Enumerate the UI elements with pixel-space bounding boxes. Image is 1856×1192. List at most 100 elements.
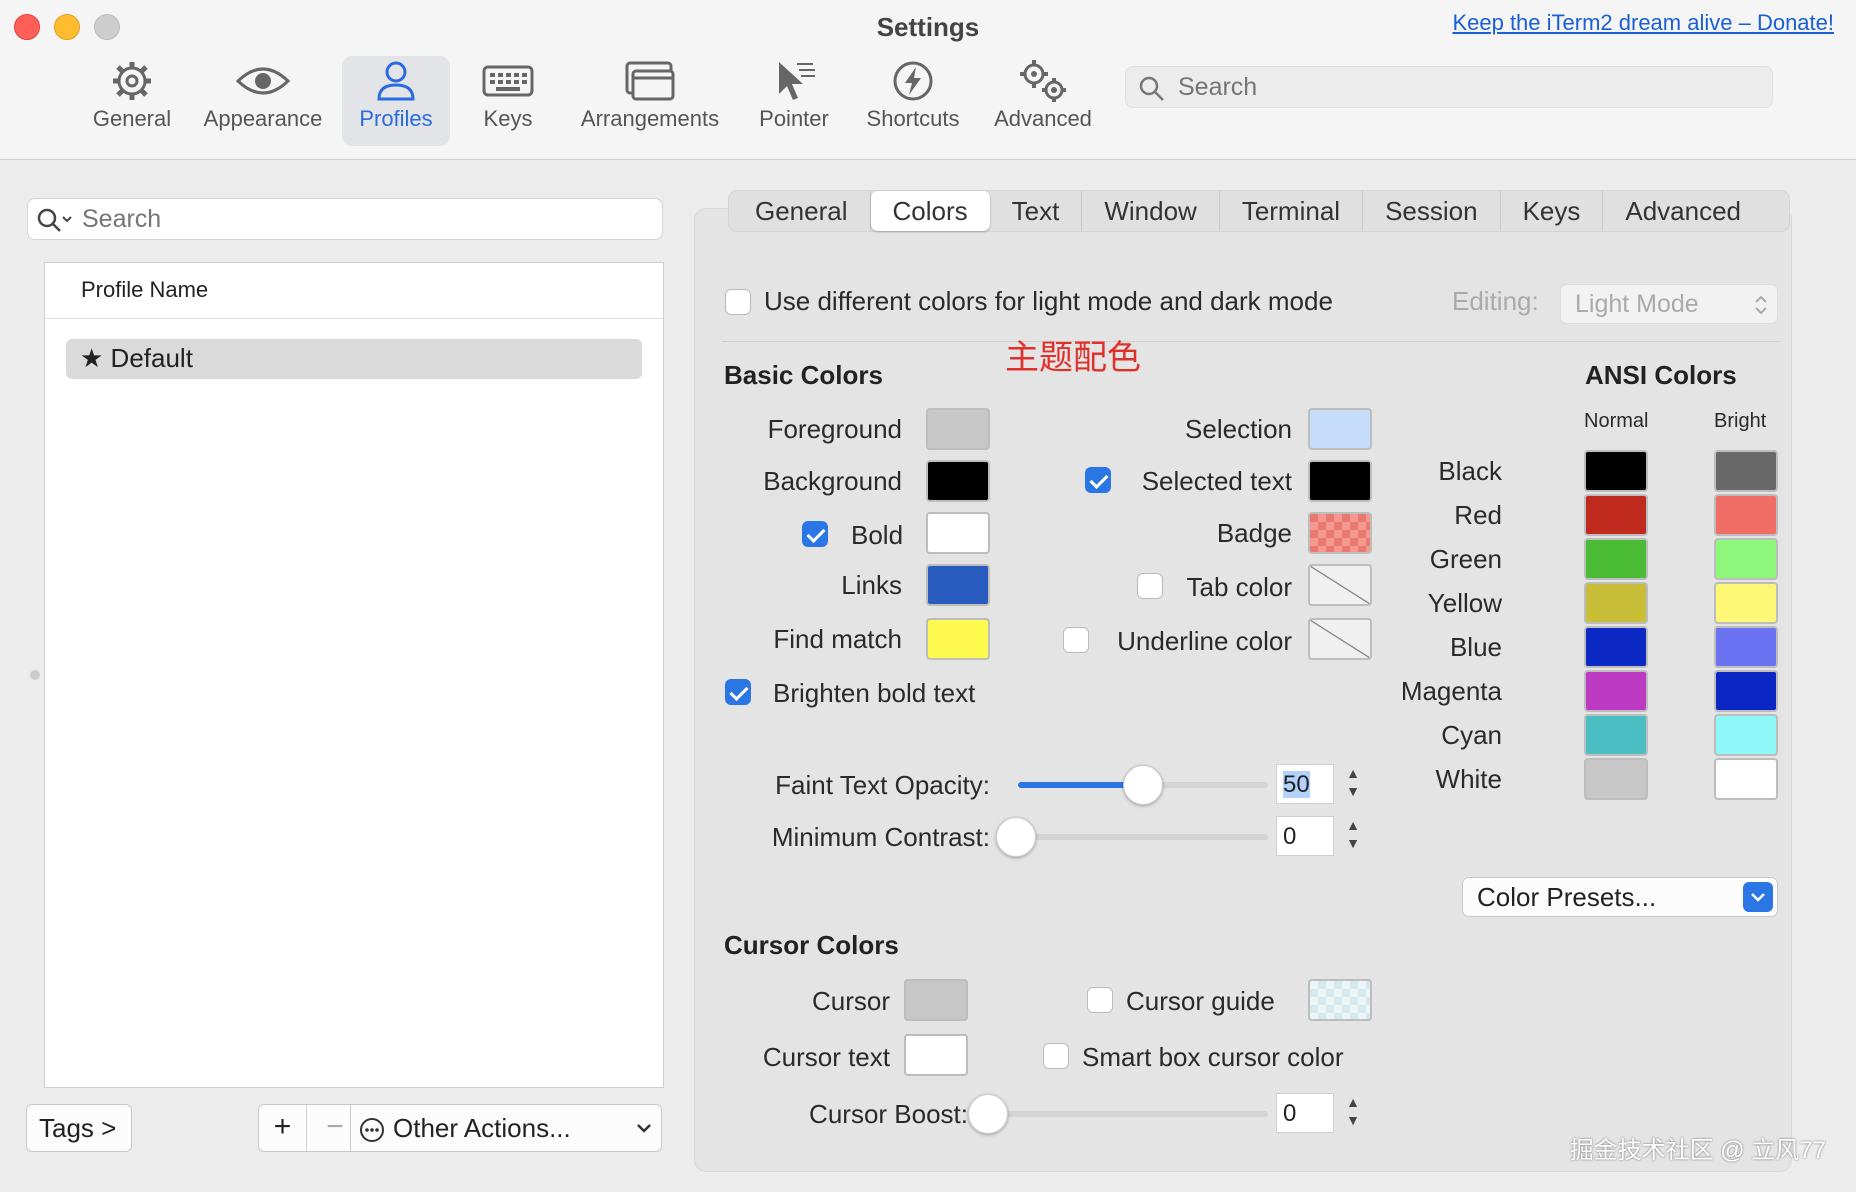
bold-swatch[interactable] bbox=[926, 512, 990, 554]
ansi-magenta-normal-swatch[interactable] bbox=[1584, 670, 1648, 712]
cursor-guide-swatch[interactable] bbox=[1308, 979, 1372, 1021]
ansi-magenta-bright-swatch[interactable] bbox=[1714, 670, 1778, 712]
split-handle[interactable] bbox=[30, 670, 40, 680]
ansi-cyan-bright-swatch[interactable] bbox=[1714, 714, 1778, 756]
ansi-white-bright-swatch[interactable] bbox=[1714, 758, 1778, 800]
watermark: 掘金技术社区 @ 立风77 bbox=[1569, 1137, 1826, 1164]
toolbar-appearance-button[interactable]: Appearance bbox=[198, 56, 328, 146]
ansi-bright-label: Bright bbox=[1714, 410, 1767, 432]
links-swatch[interactable] bbox=[926, 564, 990, 606]
profile-search-field[interactable] bbox=[27, 198, 663, 240]
toolbar-arrangements-button[interactable]: Arrangements bbox=[572, 56, 728, 146]
ansi-red-normal-swatch[interactable] bbox=[1584, 494, 1648, 536]
search-icon bbox=[1139, 76, 1164, 101]
editing-mode-value: Light Mode bbox=[1575, 290, 1699, 318]
donate-link[interactable]: Keep the iTerm2 dream alive – Donate! bbox=[1452, 10, 1834, 36]
ansi-white-normal-swatch[interactable] bbox=[1584, 758, 1648, 800]
cursor-guide-checkbox[interactable] bbox=[1087, 987, 1113, 1013]
tab-advanced[interactable]: Advanced bbox=[1603, 191, 1763, 231]
tags-button[interactable]: Tags > bbox=[26, 1104, 132, 1152]
min-contrast-knob[interactable] bbox=[996, 817, 1036, 857]
editing-mode-select[interactable]: Light Mode bbox=[1560, 284, 1778, 324]
ansi-black-normal-swatch[interactable] bbox=[1584, 450, 1648, 492]
toolbar-shortcuts-button[interactable]: Shortcuts bbox=[858, 56, 968, 146]
tab-text[interactable]: Text bbox=[990, 191, 1083, 231]
color-presets-menu[interactable]: Color Presets... bbox=[1462, 877, 1778, 917]
gear-icon bbox=[113, 62, 151, 100]
cursor-text-swatch[interactable] bbox=[904, 1034, 968, 1076]
ansi-yellow-normal-swatch[interactable] bbox=[1584, 582, 1648, 624]
eye-icon bbox=[235, 67, 291, 95]
ansi-green-label: Green bbox=[1429, 544, 1502, 574]
min-contrast-field[interactable]: 0 bbox=[1276, 816, 1334, 856]
ansi-yellow-bright-swatch[interactable] bbox=[1714, 582, 1778, 624]
toolbar-pointer-button[interactable]: Pointer bbox=[752, 56, 836, 146]
tab-color-swatch[interactable] bbox=[1308, 564, 1372, 606]
background-swatch[interactable] bbox=[926, 460, 990, 502]
tab-window[interactable]: Window bbox=[1082, 191, 1220, 231]
faint-opacity-slider[interactable] bbox=[1018, 765, 1268, 805]
cursor-swatch[interactable] bbox=[904, 979, 968, 1021]
profile-row[interactable]: ★ Default bbox=[66, 339, 642, 379]
toolbar-general-label: General bbox=[92, 106, 172, 131]
selected-text-checkbox[interactable] bbox=[1085, 467, 1111, 493]
toolbar-arrangements-label: Arrangements bbox=[580, 106, 720, 131]
faint-opacity-field[interactable]: 50 bbox=[1276, 764, 1334, 804]
add-profile-button[interactable]: + bbox=[259, 1105, 307, 1151]
editing-label: Editing: bbox=[1452, 286, 1539, 316]
profile-search-input[interactable] bbox=[82, 203, 590, 235]
tab-general[interactable]: General bbox=[733, 191, 871, 231]
foreground-swatch[interactable] bbox=[926, 408, 990, 450]
bold-checkbox[interactable] bbox=[802, 521, 828, 547]
cursor-boost-knob[interactable] bbox=[968, 1094, 1008, 1134]
basic-colors-header: Basic Colors bbox=[724, 360, 883, 390]
tab-session[interactable]: Session bbox=[1363, 191, 1501, 231]
ansi-green-bright-swatch[interactable] bbox=[1714, 538, 1778, 580]
tab-terminal[interactable]: Terminal bbox=[1220, 191, 1364, 231]
min-contrast-slider[interactable] bbox=[996, 817, 1268, 857]
brighten-bold-checkbox[interactable] bbox=[725, 679, 751, 705]
toolbar-search-input[interactable] bbox=[1178, 71, 1695, 103]
min-contrast-stepper[interactable]: ▲ ▼ bbox=[1340, 816, 1366, 856]
keyboard-icon bbox=[482, 65, 534, 97]
selected-text-swatch[interactable] bbox=[1308, 460, 1372, 502]
cursor-boost-stepper[interactable]: ▲ ▼ bbox=[1340, 1093, 1366, 1133]
ansi-blue-normal-swatch[interactable] bbox=[1584, 626, 1648, 668]
ansi-blue-bright-swatch[interactable] bbox=[1714, 626, 1778, 668]
ellipsis-circle-icon bbox=[360, 1118, 384, 1142]
profile-name-column-header[interactable]: Profile Name bbox=[45, 263, 663, 319]
toolbar-pointer-label: Pointer bbox=[759, 106, 829, 131]
other-actions-label: Other Actions... bbox=[393, 1113, 571, 1143]
cursor-boost-field[interactable]: 0 bbox=[1276, 1093, 1334, 1133]
ansi-green-normal-swatch[interactable] bbox=[1584, 538, 1648, 580]
ansi-red-label: Red bbox=[1454, 500, 1502, 530]
ansi-magenta-label: Magenta bbox=[1400, 676, 1502, 706]
toolbar-profiles-button[interactable]: Profiles bbox=[342, 56, 450, 146]
underline-color-swatch[interactable] bbox=[1308, 618, 1372, 660]
light-dark-checkbox[interactable] bbox=[725, 289, 751, 315]
light-dark-label: Use different colors for light mode and … bbox=[764, 286, 1333, 316]
faint-opacity-stepper[interactable]: ▲ ▼ bbox=[1340, 764, 1366, 804]
ansi-black-bright-swatch[interactable] bbox=[1714, 450, 1778, 492]
tab-keys[interactable]: Keys bbox=[1501, 191, 1604, 231]
faint-opacity-knob[interactable] bbox=[1123, 765, 1163, 805]
ansi-cyan-normal-swatch[interactable] bbox=[1584, 714, 1648, 756]
ansi-blue-label: Blue bbox=[1449, 632, 1502, 662]
toolbar-advanced-button[interactable]: Advanced bbox=[988, 56, 1098, 146]
ansi-red-bright-swatch[interactable] bbox=[1714, 494, 1778, 536]
selection-swatch[interactable] bbox=[1308, 408, 1372, 450]
toolbar-shortcuts-label: Shortcuts bbox=[866, 106, 960, 131]
tab-color-checkbox[interactable] bbox=[1137, 573, 1163, 599]
other-actions-menu[interactable]: Other Actions... bbox=[350, 1104, 662, 1152]
faint-opacity-value: 50 bbox=[1283, 771, 1310, 798]
toolbar-search-field[interactable] bbox=[1125, 66, 1773, 108]
person-icon bbox=[377, 61, 415, 101]
toolbar-keys-button[interactable]: Keys bbox=[470, 56, 546, 146]
cursor-boost-slider[interactable] bbox=[968, 1094, 1268, 1134]
underline-color-checkbox[interactable] bbox=[1063, 627, 1089, 653]
tab-colors[interactable]: Colors bbox=[870, 191, 990, 231]
find-match-swatch[interactable] bbox=[926, 618, 990, 660]
smart-box-checkbox[interactable] bbox=[1043, 1043, 1069, 1069]
toolbar-general-button[interactable]: General bbox=[84, 56, 180, 146]
badge-swatch[interactable] bbox=[1308, 512, 1372, 554]
